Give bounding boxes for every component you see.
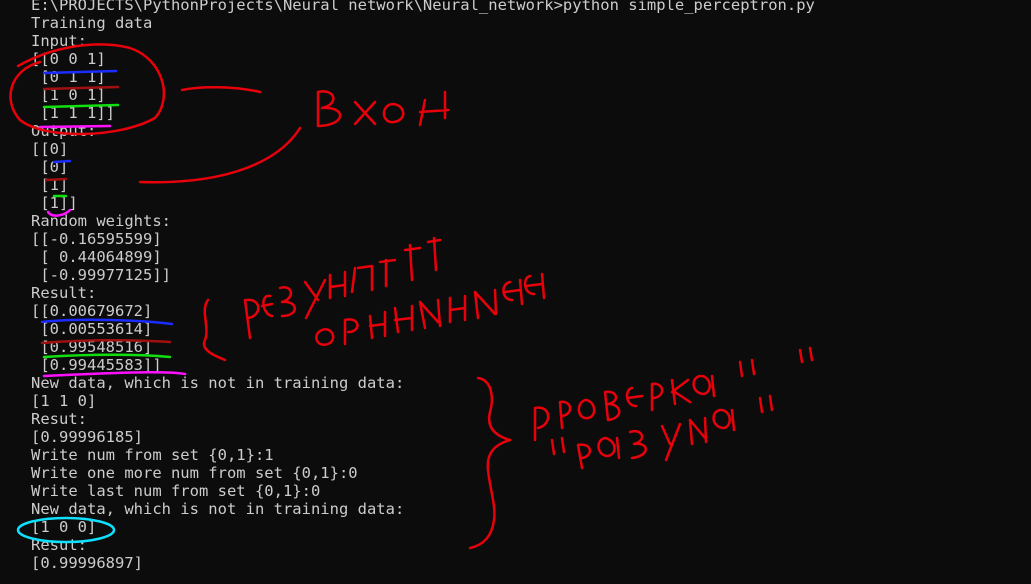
console-line: [1 0 1] (31, 86, 106, 104)
console-line: [[-0.16595599] (31, 230, 162, 248)
console-line: [0] (31, 158, 69, 176)
console-line: [1] (31, 176, 69, 194)
console-line: [0.99996185] (31, 428, 143, 446)
console-line: Random weights: (31, 212, 171, 230)
console-line: [0.99548516] (31, 338, 153, 356)
console-line: [[0.00679672] (31, 302, 153, 320)
console-line: [ 0.44064899] (31, 248, 162, 266)
console-line: Output: (31, 122, 97, 140)
command-line: E:\PROJECTS\PythonProjects\Neural networ… (31, 0, 815, 14)
console-line: [0.99996897] (31, 554, 143, 572)
console-line: Training data (31, 14, 153, 32)
console-line: [-0.99977125]] (31, 266, 171, 284)
console-line: [[0 0 1] (31, 50, 106, 68)
console-line: [0.99445583]] (31, 356, 162, 374)
console-line: [0.00553614] (31, 320, 153, 338)
console-line: Resut: (31, 410, 87, 428)
console-line: New data, which is not in training data: (31, 500, 405, 518)
console-line: [1 0 0] (31, 518, 97, 536)
console-line: [1]] (31, 194, 78, 212)
console-line: Write last num from set {0,1}:0 (31, 482, 321, 500)
console-line: [0 1 1] (31, 68, 106, 86)
console-line: [1 1 1]] (31, 104, 115, 122)
console-line: Result: (31, 284, 97, 302)
console-output: E:\PROJECTS\PythonProjects\Neural networ… (31, 0, 815, 572)
console-line: Write num from set {0,1}:1 (31, 446, 274, 464)
console-line: Input: (31, 32, 87, 50)
terminal-window[interactable]: E:\PROJECTS\PythonProjects\Neural networ… (0, 0, 1031, 584)
console-line: [[0] (31, 140, 69, 158)
console-line: Resut: (31, 536, 87, 554)
console-line: [1 1 0] (31, 392, 97, 410)
console-line: Write one more num from set {0,1}:0 (31, 464, 358, 482)
console-line: New data, which is not in training data: (31, 374, 405, 392)
